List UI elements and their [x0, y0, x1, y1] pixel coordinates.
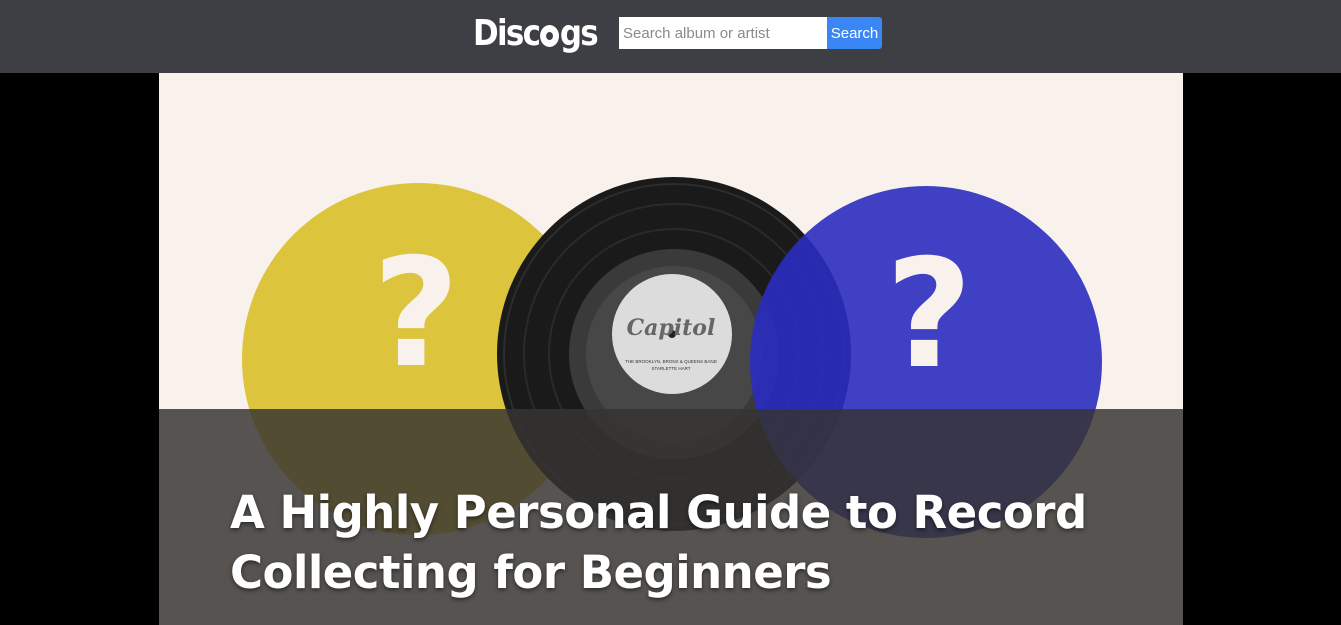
article-headline[interactable]: A Highly Personal Guide to Record Collec… — [230, 483, 1090, 603]
record-artist-text: THE BROOKLYN, BRONX & QUEENS BAND — [625, 359, 717, 364]
search-input[interactable] — [619, 17, 827, 49]
top-navigation-bar: Disc gs Search — [0, 0, 1341, 73]
question-mark-right: ? — [885, 228, 972, 402]
vinyl-record-icon — [540, 25, 559, 47]
record-brand-text: Capitol — [627, 315, 716, 341]
question-mark-left: ? — [372, 227, 459, 401]
hero-banner: ? ? Capitol THE BROOKLYN, BRONX & QUEENS… — [159, 73, 1183, 625]
record-track-text: STARLETTE HART — [651, 366, 690, 371]
discogs-logo[interactable]: Disc gs — [473, 12, 599, 56]
search-button[interactable]: Search — [827, 17, 882, 49]
